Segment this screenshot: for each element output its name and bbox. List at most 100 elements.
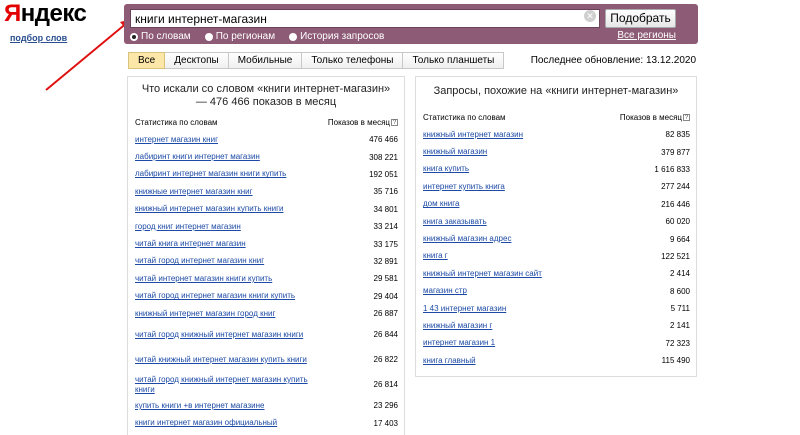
table-row: читай книжный интернет магазин купить кн… xyxy=(128,347,404,372)
impressions-count: 60 020 xyxy=(665,217,690,227)
keyword-link[interactable]: читай город интернет магазин книги купит… xyxy=(135,291,295,301)
impressions-count: 9 664 xyxy=(669,234,690,244)
table-row: читай книга интернет магазин 33 175 xyxy=(128,235,404,252)
table-row: книжный интернет магазин купить книги 34 … xyxy=(128,201,404,218)
table-row: лабиринт интернет магазин книги купить 19… xyxy=(128,166,404,183)
search-mode-label: По регионам xyxy=(215,31,276,42)
keyword-link[interactable]: книжный магазин xyxy=(423,147,487,157)
impressions-count: 8 600 xyxy=(669,286,690,296)
all-regions-link[interactable]: Все регионы xyxy=(617,30,676,41)
keyword-link[interactable]: интернет магазин книг xyxy=(135,135,218,145)
impressions-count: 29 581 xyxy=(373,274,398,284)
keyword-link[interactable]: книжный интернет магазин сайт xyxy=(423,269,542,279)
related-panel: Запросы, похожие на «книги интернет-мага… xyxy=(415,76,697,377)
tab-device[interactable]: Десктопы xyxy=(165,52,229,69)
keyword-link[interactable]: лабиринт книги интернет магазин xyxy=(135,152,260,162)
keyword-link[interactable]: купить книги +в интернет магазине xyxy=(135,401,265,411)
keyword-link[interactable]: книга купить xyxy=(423,164,469,174)
table-row: книги интернет магазин официальный 17 403 xyxy=(128,415,404,432)
keyword-link[interactable]: 1 43 интернет магазин xyxy=(423,304,506,314)
search-mode-option[interactable]: История запросов xyxy=(289,30,384,43)
table-row: лабиринт книги интернет магазин 308 221 xyxy=(128,148,404,165)
help-icon[interactable]: ? xyxy=(683,114,690,122)
keyword-link[interactable]: книжный магазин г xyxy=(423,321,492,331)
tab-device[interactable]: Все xyxy=(128,52,166,69)
impressions-count: 32 891 xyxy=(373,256,398,266)
keyword-link[interactable]: книги интернет магазин официальный xyxy=(135,418,277,428)
impressions-count: 115 490 xyxy=(661,356,690,366)
impressions-count: 33 214 xyxy=(373,222,398,232)
keywords-list: интернет магазин книг 476 466 лабиринт кни… xyxy=(128,131,404,432)
table-row: читай город книжный интернет магазин куп… xyxy=(128,372,404,397)
table-row: книжный магазин г 2 141 xyxy=(416,317,696,334)
keyword-link[interactable]: книжный интернет магазин xyxy=(423,130,523,140)
wordstat-link[interactable]: подбор слов xyxy=(10,33,67,43)
impressions-count: 122 521 xyxy=(661,251,690,261)
table-row: книжный магазин 379 877 xyxy=(416,143,696,160)
radio-icon[interactable] xyxy=(289,32,298,41)
impressions-count: 216 446 xyxy=(661,199,690,209)
table-row: город книг интернет магазин 33 214 xyxy=(128,218,404,235)
impressions-count: 17 403 xyxy=(373,418,398,428)
impressions-count: 192 051 xyxy=(369,169,398,179)
keyword-link[interactable]: читай интернет магазин книги купить xyxy=(135,274,272,284)
keyword-link[interactable]: книга главный xyxy=(423,356,476,366)
tab-device[interactable]: Только телефоны xyxy=(302,52,404,69)
keyword-link[interactable]: интернет купить книга xyxy=(423,182,505,192)
table-row: книга главный 115 490 xyxy=(416,352,696,369)
tab-device[interactable]: Только планшеты xyxy=(403,52,505,69)
keyword-link[interactable]: книжные интернет магазин книг xyxy=(135,187,253,197)
keyword-link[interactable]: книжный интернет магазин купить книги xyxy=(135,204,284,214)
logo-rest: ндекс xyxy=(20,0,87,27)
keywords-table-header: Статистика по словам Показов в месяц? xyxy=(128,118,404,127)
impressions-count: 26 887 xyxy=(373,309,398,319)
impressions-count: 2 141 xyxy=(669,321,690,331)
search-input[interactable]: книги интернет-магазин xyxy=(130,9,600,28)
impressions-count: 33 175 xyxy=(373,239,398,249)
help-icon[interactable]: ? xyxy=(391,119,398,127)
impressions-count: 82 835 xyxy=(665,130,690,140)
table-row: книга купить 1 616 833 xyxy=(416,161,696,178)
table-row: купить книги +в интернет магазине 23 296 xyxy=(128,397,404,414)
impressions-count: 72 323 xyxy=(665,338,690,348)
keyword-link[interactable]: книжный интернет магазин город книг xyxy=(135,309,275,319)
keyword-link[interactable]: магазин стр xyxy=(423,286,467,296)
close-icon[interactable]: ✕ xyxy=(584,10,596,22)
keyword-link[interactable]: книжный магазин адрес xyxy=(423,234,511,244)
search-mode-option[interactable]: По словам xyxy=(130,30,191,43)
device-tabs: Все Десктопы Мобильные Только телефоны Тольк… xyxy=(128,52,505,69)
yandex-logo[interactable]: Яндекс xyxy=(4,0,87,28)
keyword-link[interactable]: читай город интернет магазин книг xyxy=(135,256,264,266)
keyword-link[interactable]: читай книжный интернет магазин купить кн… xyxy=(135,355,307,365)
table-row: книжные интернет магазин книг 35 716 xyxy=(128,183,404,200)
table-row: интернет магазин 1 72 323 xyxy=(416,335,696,352)
impressions-count: 476 466 xyxy=(369,135,398,145)
search-mode-option[interactable]: По регионам xyxy=(204,30,276,43)
impressions-count: 2 414 xyxy=(669,269,690,279)
table-row: интернет купить книга 277 244 xyxy=(416,178,696,195)
tab-device[interactable]: Мобильные xyxy=(228,52,303,69)
keyword-link[interactable]: читай город книжный интернет магазин куп… xyxy=(135,375,325,395)
keywords-panel: Что искали со словом «книги интернет-маг… xyxy=(127,76,405,435)
radio-icon[interactable] xyxy=(130,32,138,41)
radio-icon[interactable] xyxy=(204,32,213,41)
logo-first-letter: Я xyxy=(4,0,21,27)
keywords-panel-title: Что искали со словом «книги интернет-маг… xyxy=(141,83,391,108)
keyword-link[interactable]: книга г xyxy=(423,251,448,261)
impressions-count: 1 616 833 xyxy=(654,164,690,174)
keyword-link[interactable]: город книг интернет магазин xyxy=(135,222,241,232)
keyword-link[interactable]: интернет магазин 1 xyxy=(423,338,495,348)
keyword-link[interactable]: книга заказывать xyxy=(423,217,487,227)
keyword-link[interactable]: дом книга xyxy=(423,199,459,209)
impressions-count: 5 711 xyxy=(670,304,690,314)
table-row: книжный интернет магазин город книг 26 88… xyxy=(128,305,404,322)
table-row: читай город книжный интернет магазин кни… xyxy=(128,322,404,347)
table-row: дом книга 216 446 xyxy=(416,196,696,213)
keyword-link[interactable]: читай город книжный интернет магазин кни… xyxy=(135,330,303,340)
submit-button[interactable]: Подобрать xyxy=(605,9,676,28)
table-row: читай город интернет магазин книг 32 891 xyxy=(128,253,404,270)
keyword-link[interactable]: лабиринт интернет магазин книги купить xyxy=(135,169,286,179)
keyword-link[interactable]: читай книга интернет магазин xyxy=(135,239,246,249)
table-row: читай интернет магазин книги купить 29 58… xyxy=(128,270,404,287)
related-panel-title: Запросы, похожие на «книги интернет-мага… xyxy=(433,85,679,97)
